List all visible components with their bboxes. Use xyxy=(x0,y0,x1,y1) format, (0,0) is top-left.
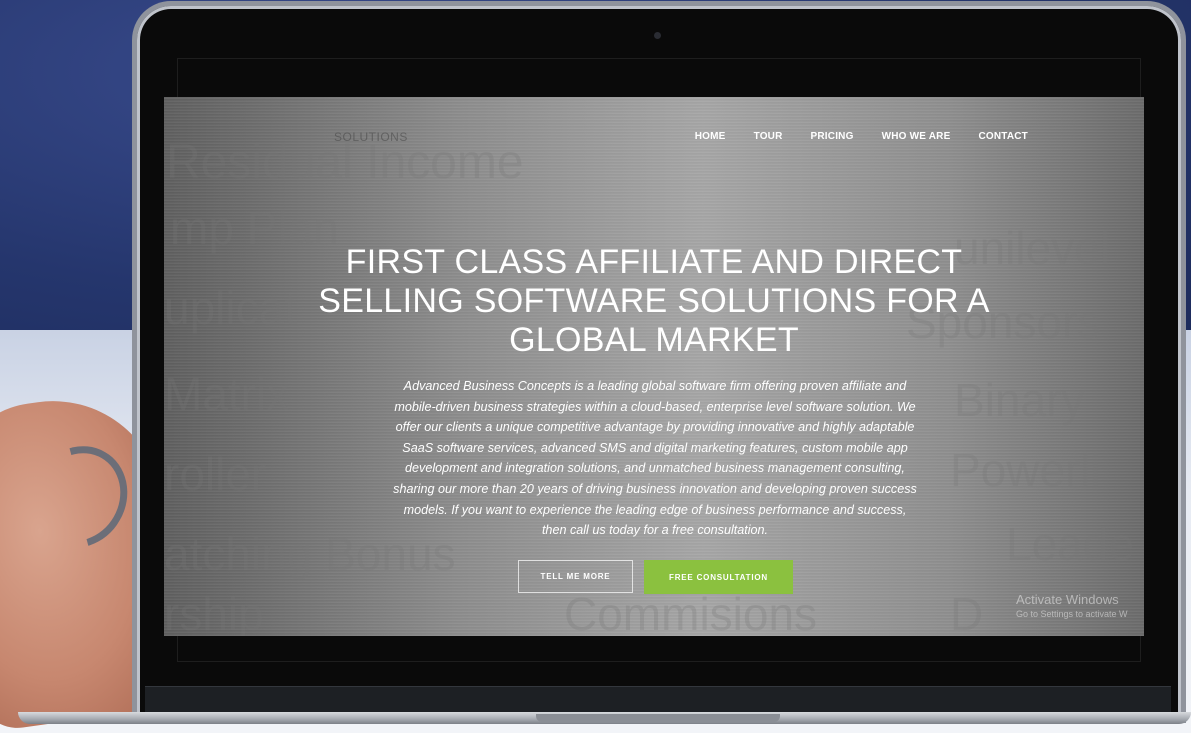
nav-pricing[interactable]: PRICING xyxy=(811,131,854,142)
hero-title: FIRST CLASS AFFILIATE AND DIRECT SELLING… xyxy=(318,243,990,359)
nav-who-we-are[interactable]: WHO WE ARE xyxy=(882,131,951,142)
website-screen: Residual Income mp Plan uplicat Matrix r… xyxy=(164,97,1144,636)
camera-icon xyxy=(654,32,661,39)
activate-title: Activate Windows xyxy=(1016,592,1119,607)
watermark-word: Powerli xyxy=(950,444,1101,496)
site-logo[interactable]: SOLUTIONS xyxy=(334,130,408,144)
watermark-word: uplicat xyxy=(164,282,297,334)
activate-subtitle: Go to Settings to activate W xyxy=(1016,609,1128,619)
watermark-word: Commisions xyxy=(564,588,818,636)
activate-windows-notice: Activate Windows Go to Settings to activ… xyxy=(1016,592,1128,619)
laptop-chin xyxy=(145,686,1171,713)
hero-description: Advanced Business Concepts is a leading … xyxy=(393,379,917,538)
watermark-word: Binary xyxy=(954,374,1085,426)
nav-contact[interactable]: CONTACT xyxy=(978,131,1028,142)
nav-tour[interactable]: TOUR xyxy=(754,131,783,142)
watermark-word: roller xyxy=(164,448,267,500)
watermark-word: rship xyxy=(164,588,264,636)
watermark-word: Leade xyxy=(1006,518,1134,570)
main-nav: HOME TOUR PRICING WHO WE ARE CONTACT xyxy=(695,131,1028,142)
tell-me-more-button[interactable]: TELL ME MORE xyxy=(518,560,633,593)
laptop-notch xyxy=(536,714,780,722)
free-consultation-button[interactable]: FREE CONSULTATION xyxy=(644,560,793,594)
nav-home[interactable]: HOME xyxy=(695,131,726,142)
watermark-word: Matrix xyxy=(164,368,290,420)
watermark-word: D xyxy=(950,588,984,636)
